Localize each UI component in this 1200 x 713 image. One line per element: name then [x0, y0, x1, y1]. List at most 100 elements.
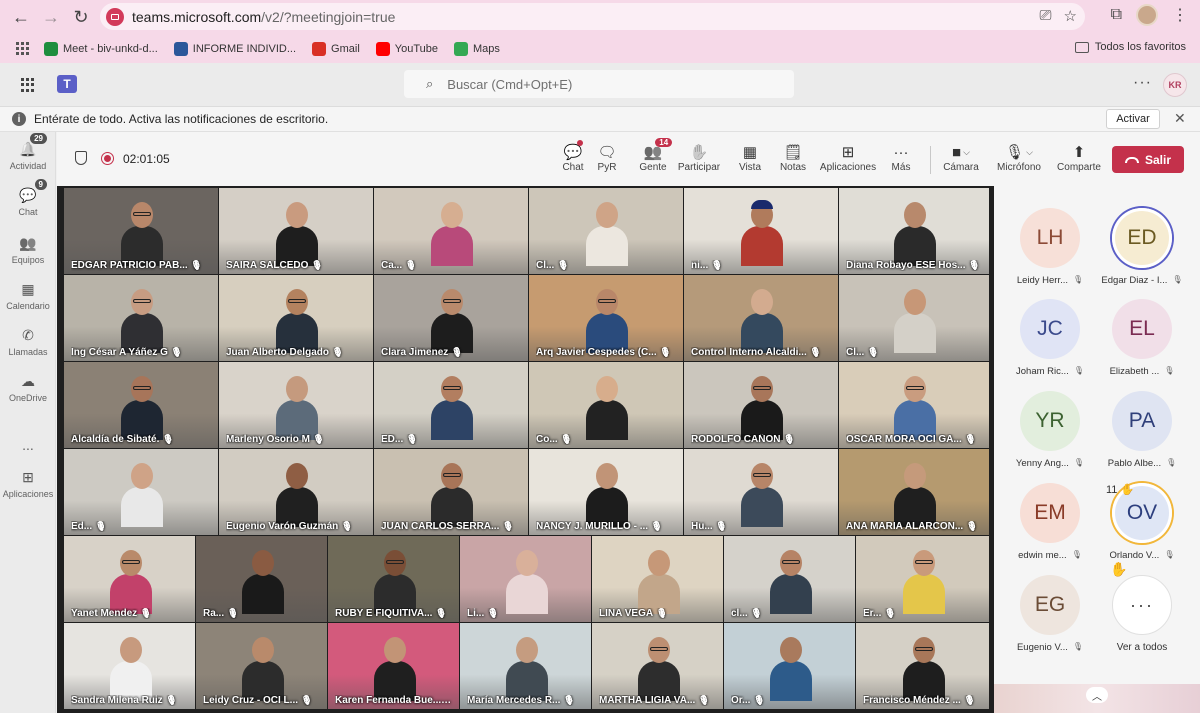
rail-item-onedrive[interactable]: ☁ OneDrive — [0, 372, 56, 404]
install-app-icon[interactable]: ⎚ — [1040, 7, 1052, 25]
participant-video-tile[interactable]: Hu... 🎙 — [684, 449, 838, 535]
toolbar-label: Vista — [738, 162, 762, 173]
user-avatar[interactable]: KR — [1163, 73, 1187, 97]
participant-card[interactable]: EM edwin me... 🎙 — [1004, 483, 1096, 561]
bookmark-item[interactable]: Gmail — [312, 41, 360, 56]
bookmark-item[interactable]: Maps — [454, 41, 500, 56]
participant-name-text: Ed... — [71, 521, 93, 532]
chevron-down-icon[interactable]: ⌵ — [963, 147, 970, 158]
participant-card[interactable]: JC Joham Ric... 🎙 — [1004, 299, 1096, 377]
toolbar-camera-button[interactable]: ■ ⌵ Cámara — [942, 142, 980, 174]
toolbar-raise-hand-button[interactable]: ✋ Participar — [674, 142, 724, 173]
participant-card[interactable]: EG Eugenio V... 🎙 — [1004, 575, 1096, 653]
extensions-icon[interactable]: ⧉ — [1111, 6, 1122, 24]
see-all-button[interactable]: ✋ ··· Ver a todos — [1096, 561, 1188, 653]
toolbar-people-button[interactable]: 👥 14 Gente — [630, 138, 676, 173]
participant-video-tile[interactable]: RODOLFO CAÑON 🎙 — [684, 362, 838, 448]
participant-video-tile[interactable]: LINA VEGA 🎙 — [592, 536, 723, 622]
forward-icon[interactable]: → — [36, 2, 66, 32]
participant-video-tile[interactable]: Juan Alberto Delgado 🎙 — [219, 275, 373, 361]
rail-item-equipos[interactable]: 👥 Equipos — [0, 234, 56, 266]
participant-video-tile[interactable]: Er... 🎙 — [856, 536, 989, 622]
chevron-up-icon[interactable]: ︿ — [1086, 687, 1108, 703]
participant-video-tile[interactable]: Diana Robayo ESE Hos... 🎙 — [839, 188, 989, 274]
profile-avatar[interactable] — [1136, 4, 1158, 26]
more-options-icon[interactable]: ··· — [1133, 74, 1152, 92]
browser-menu-icon[interactable]: ⋮ — [1172, 5, 1188, 25]
participant-video-tile[interactable]: MARTHA LIGIA VA... 🎙 — [592, 623, 723, 709]
participant-video-tile[interactable]: Clara Jimenez 🎙 — [374, 275, 528, 361]
toolbar-share-button[interactable]: ⬆ Comparte — [1055, 142, 1103, 173]
activate-notifications-button[interactable]: Activar — [1106, 109, 1160, 129]
app-launcher-icon[interactable] — [21, 78, 35, 92]
rail-item-chat[interactable]: 💬 9 Chat — [0, 179, 56, 217]
participant-video-tile[interactable]: NANCY J. MURILLO - ... 🎙 — [529, 449, 683, 535]
recording-icon — [101, 152, 114, 165]
participant-figure — [431, 202, 473, 266]
participant-video-tile[interactable]: Li... 🎙 — [460, 536, 591, 622]
rail-item-aplicaciones[interactable]: ⊞ Aplicaciones — [0, 468, 56, 500]
close-icon[interactable]: ✕ — [1174, 110, 1186, 127]
participant-video-tile[interactable]: RUBY E FIQUITIVA... 🎙 — [328, 536, 459, 622]
participant-card[interactable]: EL Elizabeth ... 🎙 — [1096, 299, 1188, 377]
muted-mic-icon: 🎙 — [884, 608, 896, 618]
chevron-down-icon[interactable]: ⌵ — [1026, 147, 1033, 158]
participant-video-tile[interactable]: Eugenio Varón Guzmán 🎙 — [219, 449, 373, 535]
participant-video-tile[interactable]: JUAN CARLOS SERRA... 🎙 — [374, 449, 528, 535]
participant-video-tile[interactable]: Francisco Méndez ... 🎙 — [856, 623, 989, 709]
participant-video-tile[interactable]: EDGAR PATRICIO PAB... 🎙 — [64, 188, 218, 274]
participant-video-tile[interactable]: Alcaldía de Sibaté. 🎙 — [64, 362, 218, 448]
toolbar-notes-button[interactable]: 🗒 Notas — [773, 142, 813, 173]
toolbar-qa-button[interactable]: 🗨 PyR — [587, 142, 627, 173]
muted-mic-icon: 🎙 — [405, 260, 417, 270]
participant-video-tile[interactable]: Ed... 🎙 — [64, 449, 218, 535]
participant-video-tile[interactable]: ni... 🎙 — [684, 188, 838, 274]
participant-video-tile[interactable]: Cl... 🎙 — [529, 188, 683, 274]
participant-video-tile[interactable]: Ra... 🎙 — [196, 536, 327, 622]
bookmark-item[interactable]: Meet - biv-unkd-d... — [44, 41, 158, 56]
toolbar-mic-button[interactable]: 🎙 ⌵ Micrófono — [994, 142, 1044, 173]
participant-card[interactable]: OV 11 ✋ Orlando V... 🎙 — [1096, 483, 1188, 561]
shield-icon[interactable] — [75, 151, 87, 165]
participant-video-tile[interactable]: María Mercedes R... 🎙 — [460, 623, 591, 709]
participant-video-tile[interactable]: SAIRA SALCEDO 🎙 — [219, 188, 373, 274]
participant-video-tile[interactable]: Ing César A Yáñez G 🎙 — [64, 275, 218, 361]
participant-video-tile[interactable]: Yanet Mendez 🎙 — [64, 536, 195, 622]
all-favorites[interactable]: Todos los favoritos — [1074, 41, 1186, 53]
rail-item-llamadas[interactable]: ✆ Llamadas — [0, 326, 56, 358]
participant-video-tile[interactable]: Karen Fernanda Bue...🎙 — [328, 623, 459, 709]
participant-card[interactable]: PA Pablo Albe... 🎙 — [1096, 391, 1188, 469]
reload-icon[interactable]: ↻ — [66, 2, 96, 32]
rail-item-actividad[interactable]: 🔔 29 Actividad — [0, 133, 56, 171]
toolbar-grid-button[interactable]: ▦ Vista — [730, 142, 770, 173]
leave-button[interactable]: Salir — [1112, 146, 1184, 173]
participant-card[interactable]: LH Leidy Herr... 🎙 — [1004, 208, 1096, 286]
participant-video-tile[interactable]: cl... 🎙 — [724, 536, 855, 622]
bookmark-item[interactable]: INFORME INDIVID... — [173, 41, 296, 56]
apps-grid-icon[interactable] — [16, 41, 30, 56]
participant-video-tile[interactable]: Marleny Osorio M 🎙 — [219, 362, 373, 448]
participant-video-tile[interactable]: Ca... 🎙 — [374, 188, 528, 274]
participant-video-tile[interactable]: Sandra Milena Ruiz 🎙 — [64, 623, 195, 709]
participant-card[interactable]: ED Edgar Diaz - I... 🎙 — [1096, 208, 1188, 286]
notification-badge: 29 — [30, 133, 47, 144]
participant-video-tile[interactable]: OSCAR MORA OCI GA... 🎙 — [839, 362, 989, 448]
rail-item-[interactable]: ... — [0, 428, 56, 453]
bookmark-item[interactable]: YouTube — [375, 41, 438, 56]
participant-video-tile[interactable]: Leidy Cruz - OCI L... 🎙 — [196, 623, 327, 709]
toolbar-apps-button[interactable]: ⊞ Aplicaciones — [817, 142, 879, 173]
participant-video-tile[interactable]: Cl... 🎙 — [839, 275, 989, 361]
search-input[interactable]: ⌕ Buscar (Cmd+Opt+E) — [404, 70, 794, 98]
back-icon[interactable]: ← — [6, 2, 36, 32]
participant-video-tile[interactable]: Co... 🎙 — [529, 362, 683, 448]
participant-video-tile[interactable]: Or... 🎙 — [724, 623, 855, 709]
participant-video-tile[interactable]: Control Interno Alcaldi... 🎙 — [684, 275, 838, 361]
participant-card[interactable]: YR Yenny Ang... 🎙 — [1004, 391, 1096, 469]
rail-item-calendario[interactable]: ▦ Calendario — [0, 280, 56, 312]
participant-video-tile[interactable]: Arq Javier Cespedes (C... 🎙 — [529, 275, 683, 361]
bookmark-star-icon[interactable]: ☆ — [1064, 7, 1077, 25]
toolbar-more-button[interactable]: ··· Más — [886, 142, 916, 174]
participant-video-tile[interactable]: ED... 🎙 — [374, 362, 528, 448]
address-bar[interactable]: teams.microsoft.com/v2/?meetingjoin=true… — [100, 3, 1085, 30]
participant-video-tile[interactable]: ANA MARIA ALARCON... 🎙 — [839, 449, 989, 535]
